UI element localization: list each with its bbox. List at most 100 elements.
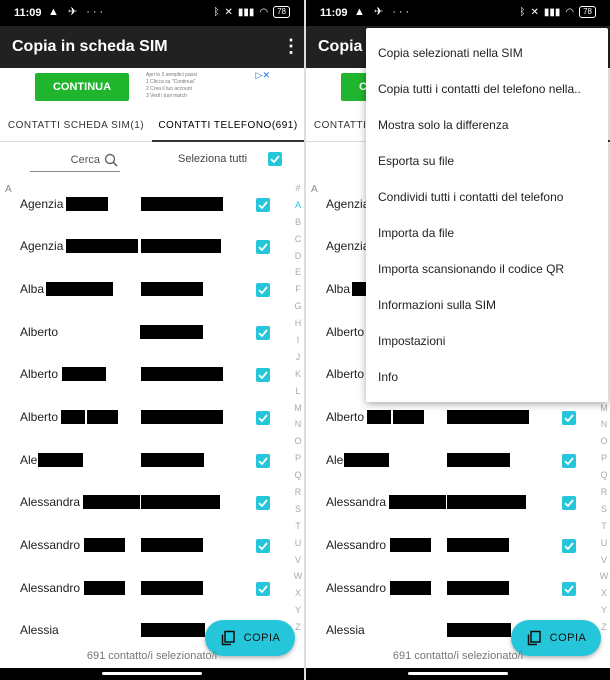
ad-choices-icon[interactable]: ▷✕	[256, 70, 270, 81]
index-letter[interactable]: S	[292, 501, 304, 518]
index-letter[interactable]: G	[292, 298, 304, 315]
contact-row[interactable]: Alessandro	[0, 567, 290, 609]
index-letter[interactable]: A	[292, 197, 304, 214]
index-letter[interactable]: P	[292, 450, 304, 467]
contact-checkbox[interactable]	[256, 326, 270, 340]
alphabet-index[interactable]: # A B C D E F G H I J K L M N O P Q R S …	[292, 180, 304, 636]
tab-phone-contacts[interactable]: CONTATTI TELEFONO(691)	[152, 108, 304, 142]
index-letter[interactable]: Q	[598, 467, 610, 484]
menu-item-settings[interactable]: Impostazioni	[378, 334, 600, 348]
contact-row[interactable]: Alessandra	[0, 481, 290, 523]
index-letter[interactable]: U	[292, 535, 304, 552]
contact-checkbox[interactable]	[256, 582, 270, 596]
contact-row[interactable]: Alessandro	[0, 524, 290, 566]
index-letter[interactable]: D	[292, 248, 304, 265]
menu-item-copy-selected[interactable]: Copia selezionati nella SIM	[378, 46, 600, 60]
contact-row[interactable]: Alberto	[0, 353, 290, 395]
index-letter[interactable]: C	[292, 231, 304, 248]
index-letter[interactable]: T	[292, 518, 304, 535]
index-letter[interactable]: K	[292, 366, 304, 383]
contact-row[interactable]: Alessandra	[306, 481, 596, 523]
ad-banner[interactable]: CONTINUA Apri in 3 semplici passi 1 Clic…	[0, 68, 304, 106]
copy-icon	[221, 630, 235, 646]
index-letter[interactable]: F	[292, 281, 304, 298]
index-letter[interactable]: X	[598, 585, 610, 602]
index-letter[interactable]: #	[292, 180, 304, 197]
index-letter[interactable]: X	[292, 585, 304, 602]
index-letter[interactable]: N	[598, 416, 610, 433]
menu-item-export-file[interactable]: Esporta su file	[378, 154, 600, 168]
menu-item-show-difference[interactable]: Mostra solo la differenza	[378, 118, 600, 132]
contact-checkbox[interactable]	[562, 454, 576, 468]
contact-row[interactable]: Alberto	[306, 396, 596, 438]
contact-name: Alessandro	[20, 538, 81, 552]
menu-item-import-qr[interactable]: Importa scansionando il codice QR	[378, 262, 600, 276]
redaction	[390, 538, 431, 552]
contact-checkbox[interactable]	[562, 411, 576, 425]
contact-checkbox[interactable]	[562, 582, 576, 596]
contact-checkbox[interactable]	[562, 539, 576, 553]
index-letter[interactable]: Y	[598, 602, 610, 619]
index-letter[interactable]: M	[598, 400, 610, 417]
index-letter[interactable]: P	[598, 450, 610, 467]
contact-row[interactable]: Alba	[0, 268, 290, 310]
index-letter[interactable]: N	[292, 416, 304, 433]
home-handle[interactable]	[408, 672, 508, 675]
index-letter[interactable]: T	[598, 518, 610, 535]
contact-name: Alessandro	[326, 538, 387, 552]
more-vert-icon[interactable]: ⋮	[282, 37, 300, 55]
index-letter[interactable]: E	[292, 264, 304, 281]
index-letter[interactable]: S	[598, 501, 610, 518]
tab-sim-contacts[interactable]: CONTATTI SCHEDA SIM(1)	[0, 108, 152, 142]
index-letter[interactable]: U	[598, 535, 610, 552]
index-letter[interactable]: R	[598, 484, 610, 501]
menu-item-share-all[interactable]: Condividi tutti i contatti del telefono	[378, 190, 600, 204]
contact-checkbox[interactable]	[256, 496, 270, 510]
index-letter[interactable]: B	[292, 214, 304, 231]
index-letter[interactable]: Q	[292, 467, 304, 484]
contact-checkbox[interactable]	[256, 198, 270, 212]
index-letter[interactable]: W	[292, 568, 304, 585]
index-letter[interactable]: J	[292, 349, 304, 366]
contact-row[interactable]: Alberto	[0, 396, 290, 438]
contact-row[interactable]: Agenzia	[0, 225, 290, 267]
home-handle[interactable]	[102, 672, 202, 675]
nav-bar	[306, 668, 610, 680]
contact-name: Alberto	[20, 325, 59, 339]
index-letter[interactable]: M	[292, 400, 304, 417]
index-letter[interactable]: W	[598, 568, 610, 585]
redaction	[61, 410, 85, 424]
ad-continue-button[interactable]: CONTINUA	[35, 73, 129, 101]
phone-screen-right: 11:09 ▲ ✈ ··· ᛒ ✕ ▮▮▮ ◠ 78 Copia in sche…	[306, 0, 610, 680]
index-letter[interactable]: H	[292, 315, 304, 332]
contact-checkbox[interactable]	[256, 539, 270, 553]
index-letter[interactable]: V	[598, 552, 610, 569]
menu-item-sim-info[interactable]: Informazioni sulla SIM	[378, 298, 600, 312]
menu-item-info[interactable]: Info	[378, 370, 600, 384]
status-icons: ᛒ ✕ ▮▮▮ ◠ 78	[213, 6, 290, 18]
contact-checkbox[interactable]	[256, 283, 270, 297]
contact-row[interactable]: Alberto	[0, 311, 290, 353]
index-letter[interactable]: L	[292, 383, 304, 400]
index-letter[interactable]: V	[292, 552, 304, 569]
select-all-checkbox[interactable]	[268, 152, 282, 166]
contact-row[interactable]: Ale	[306, 439, 596, 481]
contact-row[interactable]: Alessandro	[306, 567, 596, 609]
menu-item-copy-all[interactable]: Copia tutti i contatti del telefono nell…	[378, 82, 600, 96]
index-letter[interactable]: I	[292, 332, 304, 349]
search-input[interactable]: Cerca	[30, 150, 120, 172]
contact-checkbox[interactable]	[256, 240, 270, 254]
contact-row[interactable]: Agenzia	[0, 183, 290, 225]
contact-checkbox[interactable]	[256, 368, 270, 382]
index-letter[interactable]: R	[292, 484, 304, 501]
index-letter[interactable]: O	[292, 433, 304, 450]
contact-checkbox[interactable]	[256, 411, 270, 425]
contact-checkbox[interactable]	[256, 454, 270, 468]
contact-checkbox[interactable]	[562, 496, 576, 510]
redaction	[140, 325, 203, 339]
index-letter[interactable]: Y	[292, 602, 304, 619]
menu-item-import-file[interactable]: Importa da file	[378, 226, 600, 240]
contact-row[interactable]: Alessandro	[306, 524, 596, 566]
contact-row[interactable]: Ale	[0, 439, 290, 481]
index-letter[interactable]: O	[598, 433, 610, 450]
